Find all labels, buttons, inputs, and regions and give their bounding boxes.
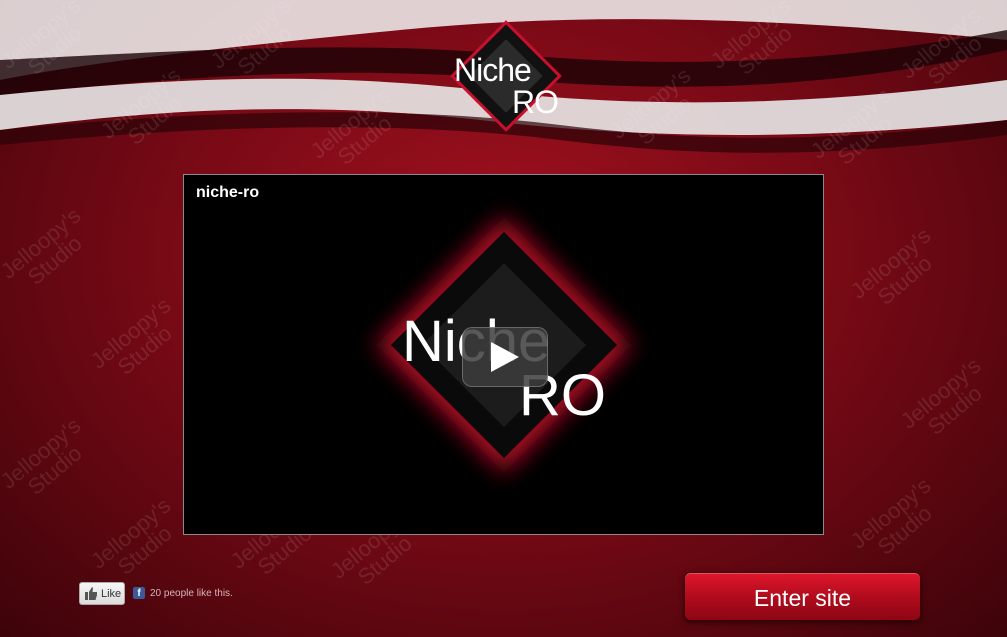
facebook-like-button[interactable]: Like [79, 582, 125, 605]
logo-text-ro: RO [512, 84, 559, 120]
video-title[interactable]: niche-ro [196, 184, 259, 202]
like-count-text: 20 people like this. [150, 588, 233, 599]
like-label: Like [101, 588, 122, 600]
facebook-icon: f [133, 587, 145, 599]
thumbs-up-icon [85, 587, 97, 600]
play-icon [491, 342, 519, 372]
enter-site-button[interactable]: Enter site [684, 572, 921, 621]
play-button[interactable] [462, 327, 548, 387]
video-player[interactable]: Niche RO niche-ro [183, 174, 824, 535]
